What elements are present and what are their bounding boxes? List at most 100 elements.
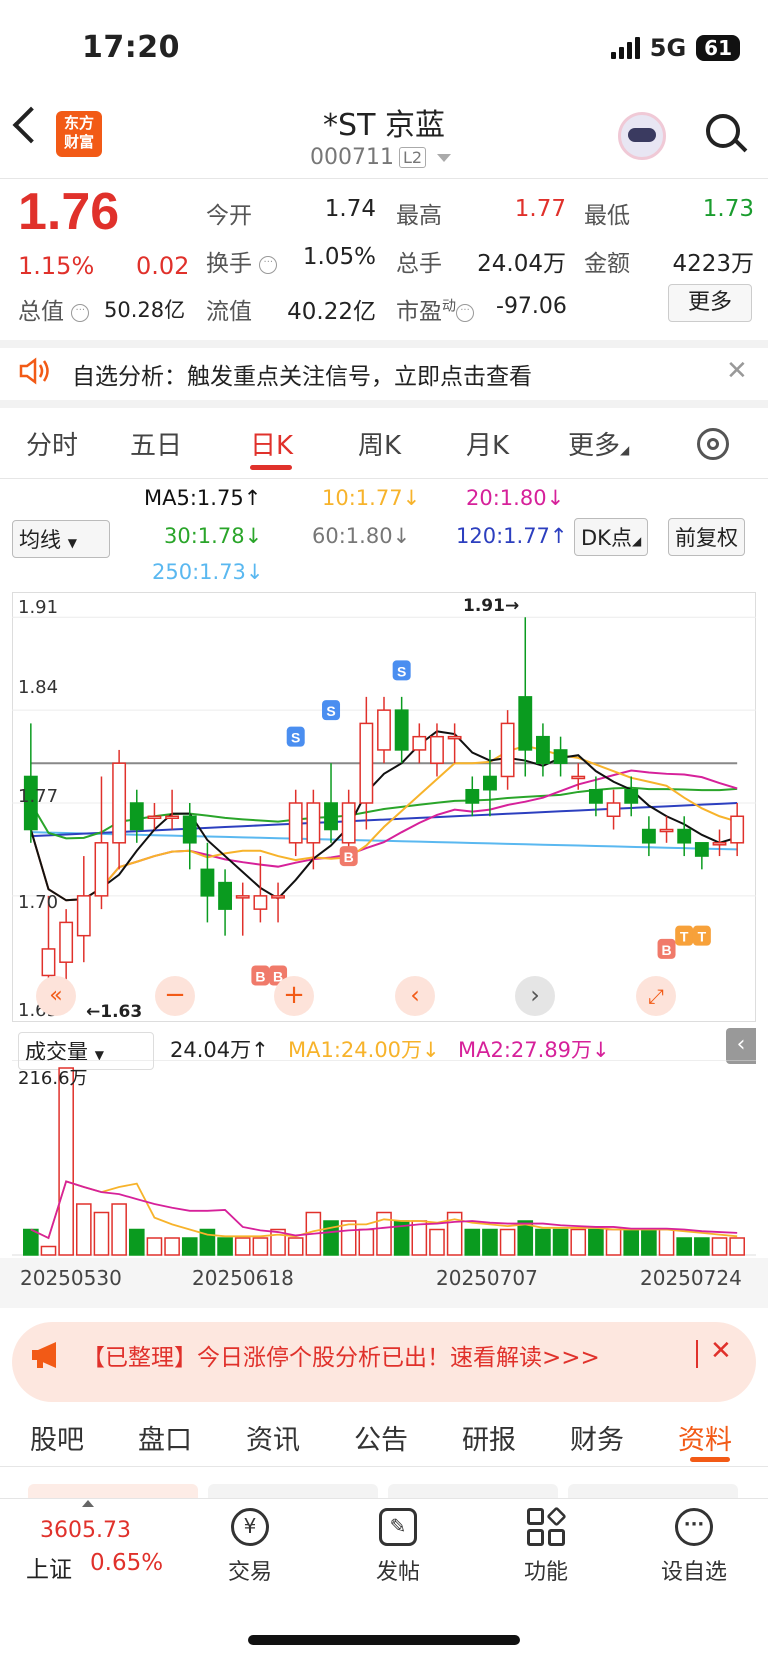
tab-orderbook[interactable]: 盘口 (138, 1418, 192, 1457)
nav-functions[interactable]: 功能 (486, 1506, 606, 1586)
tab-profile[interactable]: 资料 (678, 1418, 732, 1457)
volume-bar (535, 1228, 551, 1256)
close-icon[interactable]: ✕ (710, 1336, 732, 1366)
more-button[interactable]: 更多 (668, 284, 752, 322)
tab-daily-k[interactable]: 日K (250, 425, 293, 462)
info-icon[interactable]: ··· (259, 256, 278, 274)
volume-bar (58, 1067, 74, 1256)
tab-five-day[interactable]: 五日 (130, 425, 182, 462)
tab-intraday[interactable]: 分时 (26, 425, 78, 462)
tab-finance[interactable]: 财务 (570, 1418, 624, 1457)
candle-body (518, 696, 533, 751)
content-card-peek (388, 1484, 558, 1498)
ma20-label: 20:1.80↓ (466, 486, 565, 510)
kline-chart[interactable]: SSSBB BBT T (12, 592, 756, 1022)
ma20-value: 20:1.80 (466, 486, 547, 510)
pe-value: -97.06 (496, 294, 567, 319)
tab-more[interactable]: 更多◢ (568, 425, 629, 462)
low-label: 最低 (584, 203, 630, 229)
candle-body (129, 802, 144, 831)
volume-chart[interactable] (12, 1060, 756, 1260)
ma60-value: 60:1.80 (312, 524, 393, 548)
corner-triangle-icon: ◢ (631, 534, 642, 548)
tab-weekly-k[interactable]: 周K (358, 425, 401, 462)
volume-bar (499, 1228, 516, 1256)
info-icon[interactable]: ··· (456, 304, 474, 322)
candle-body (359, 722, 374, 804)
chevron-right-icon[interactable]: › (515, 976, 555, 1016)
volume-bar (217, 1237, 233, 1256)
chevron-up-icon[interactable] (82, 1500, 94, 1507)
volume-bar (729, 1237, 745, 1256)
nav-post[interactable]: ✎ 发帖 (338, 1508, 458, 1586)
nav-add-watchlist[interactable]: ··· 设自选 (634, 1508, 754, 1586)
index-value[interactable]: 3605.73 (40, 1518, 131, 1543)
nav-trade[interactable]: ¥ 交易 (190, 1508, 310, 1586)
y-tick-label: 1.70 (18, 892, 59, 913)
volume-bar (411, 1220, 428, 1256)
float-value: 40.22亿 (287, 299, 376, 325)
promo-text[interactable]: 【已整理】今日涨停个股分析已出！速看解读>>> (82, 1338, 600, 1372)
tab-forum[interactable]: 股吧 (30, 1418, 84, 1457)
volume-bar (128, 1228, 145, 1256)
notice-text[interactable]: 自选分析：触发重点关注信号，立即点击查看 (72, 357, 532, 391)
candle-body (94, 842, 109, 897)
ma250-value: 250:1.73 (152, 560, 246, 584)
volume-bar (623, 1228, 640, 1256)
index-percent[interactable]: 0.65% (90, 1550, 163, 1576)
amount-value: 4223万 (672, 251, 754, 277)
fullscreen-icon[interactable]: ⤢ (636, 976, 676, 1016)
candle-body (288, 802, 303, 844)
volume-bar (75, 1203, 92, 1256)
candle-body (571, 775, 586, 780)
adjust-button[interactable]: 前复权 (668, 518, 745, 556)
total-value-label-text: 总值 (18, 299, 64, 325)
grid-cell (546, 1506, 567, 1527)
info-icon[interactable]: ··· (71, 304, 90, 322)
tab-announcements[interactable]: 公告 (354, 1418, 408, 1457)
chevron-down-icon (437, 153, 452, 162)
stock-code: 000711 (310, 145, 394, 170)
tab-news[interactable]: 资讯 (246, 1418, 300, 1457)
index-name[interactable]: 上证 (26, 1550, 72, 1584)
high-value: 1.77 (514, 196, 566, 222)
volume-bar (552, 1228, 569, 1256)
tab-monthly-k[interactable]: 月K (466, 425, 509, 462)
collapse-panel-icon[interactable]: ‹ (726, 1028, 756, 1064)
candle-body (182, 815, 197, 844)
date-label: 20250618 (192, 1266, 294, 1290)
rewind-icon[interactable]: « (36, 976, 76, 1016)
content-card-peek (208, 1484, 378, 1498)
ma30-value: 30:1.78 (164, 524, 245, 548)
tab-research[interactable]: 研报 (462, 1418, 516, 1457)
grid-icon (527, 1506, 567, 1546)
t-signal-text: T (698, 929, 707, 945)
zoom-in-icon[interactable]: + (274, 976, 314, 1016)
stock-code-selector[interactable]: 000711 L2 (310, 145, 452, 170)
tab-more-label: 更多 (568, 431, 621, 461)
float-value-label: 流值 (206, 299, 252, 325)
candle-body (200, 868, 215, 897)
chevron-left-icon[interactable]: ‹ (395, 976, 435, 1016)
open-value: 1.74 (324, 196, 376, 222)
network-label: 5G (649, 34, 687, 62)
candle-body (341, 802, 356, 844)
grid-cell (527, 1508, 544, 1525)
ma-selector[interactable]: 均线 ▼ (12, 520, 110, 558)
volume-bar (658, 1228, 675, 1256)
min-price-label: ←1.63 (86, 1002, 143, 1022)
candle-body (659, 828, 674, 833)
candle-body (430, 735, 444, 764)
more-dots-icon: ··· (675, 1508, 713, 1546)
candle-body (41, 948, 56, 977)
zoom-out-icon[interactable]: − (155, 976, 195, 1016)
volume-bar (164, 1237, 180, 1256)
candle-body (606, 802, 621, 818)
volume-current-value: 24.04万 (170, 1038, 252, 1062)
volume-bar (464, 1228, 481, 1256)
close-icon[interactable]: ✕ (726, 356, 748, 386)
ma10-label: 10:1.77↓ (322, 486, 421, 510)
dk-point-button[interactable]: DK点◢ (574, 518, 649, 556)
ma-selector-label: 均线 (19, 528, 61, 552)
home-indicator (248, 1635, 520, 1645)
